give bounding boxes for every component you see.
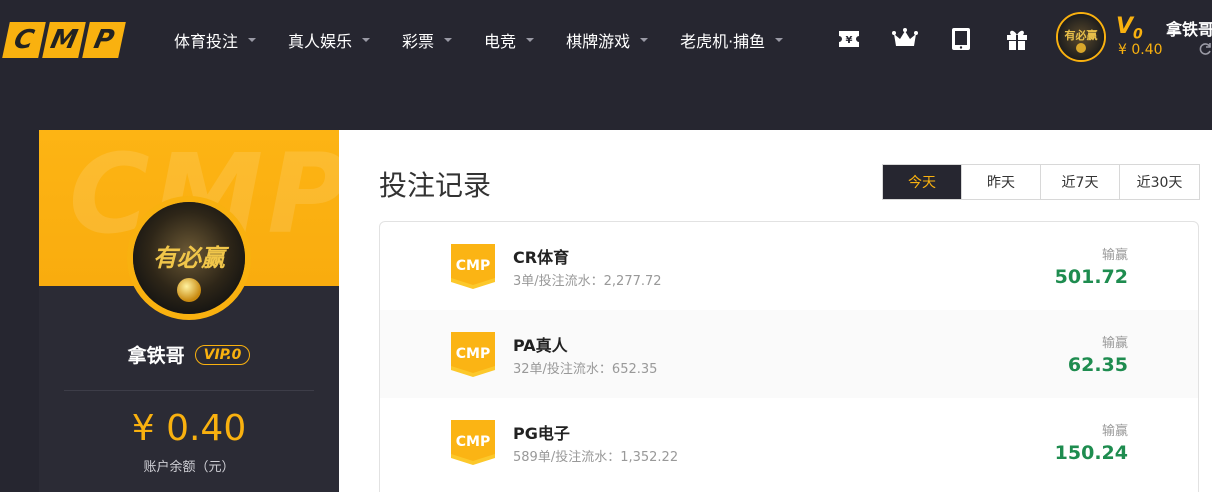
chevron-down-icon	[362, 38, 371, 42]
win-loss-value: 150.24	[1054, 442, 1128, 464]
svg-text:CMP: CMP	[456, 346, 490, 362]
vip-badge: VIP.0	[194, 344, 251, 365]
win-loss-label: 输赢	[1101, 336, 1128, 351]
records-list: CMP CR体育 3单/投注流水：2,277.72 输赢 501.72 CMP …	[379, 221, 1199, 492]
filter-yesterday-button[interactable]: 昨天	[962, 165, 1041, 199]
account-balance: ¥ 0.40	[131, 408, 247, 449]
record-name: PA真人	[513, 336, 568, 355]
profile-panel: CMP 有必赢 拿铁哥 VIP.0 ¥ 0.40 账户余额（元）	[39, 130, 339, 492]
profile-name-row: 拿铁哥 VIP.0	[39, 341, 339, 368]
win-loss-value: 501.72	[1054, 266, 1128, 288]
crown-icon[interactable]	[892, 26, 918, 52]
win-loss-label: 输赢	[1101, 248, 1128, 263]
nav-item-lottery[interactable]: 彩票	[402, 28, 453, 52]
chevron-down-icon	[775, 38, 784, 42]
cmp-badge-icon: CMP	[449, 242, 497, 290]
win-loss-label: 输赢	[1101, 424, 1128, 439]
nav-item-label: 彩票	[402, 32, 435, 51]
main-nav: 体育投注 真人娱乐 彩票 电竞 棋牌游戏 老虎机·捕鱼	[174, 28, 815, 52]
chevron-down-icon	[526, 38, 535, 42]
chevron-down-icon	[444, 38, 453, 42]
cmp-badge-icon: CMP	[449, 418, 497, 466]
profile-username: 拿铁哥	[127, 345, 185, 367]
nav-item-label: 电竞	[484, 32, 517, 51]
gift-icon[interactable]	[1004, 26, 1030, 52]
nav-item-label: 老虎机·捕鱼	[680, 32, 766, 51]
logo-letter-c: C	[2, 22, 46, 58]
logo-letter-m: M	[42, 22, 86, 58]
page-title: 投注记录	[379, 169, 492, 202]
header-balance: ¥ 0.40	[1118, 42, 1163, 58]
record-name: PG电子	[513, 424, 570, 443]
svg-text:CMP: CMP	[456, 434, 490, 450]
profile-avatar[interactable]: 有必赢	[127, 196, 251, 320]
refresh-icon[interactable]	[1198, 42, 1212, 56]
list-item[interactable]: CMP PG电子 589单/投注流水：1,352.22 输赢 150.24	[380, 398, 1198, 486]
cmp-badge-icon: CMP	[449, 330, 497, 378]
nav-item-sports[interactable]: 体育投注	[174, 28, 257, 52]
bet-records-panel: 投注记录 今天 昨天 近7天 近30天 CMP CR体育 3单/投注流水：2,2…	[339, 130, 1212, 492]
record-detail: 3单/投注流水：2,277.72	[513, 274, 662, 289]
nav-item-card-games[interactable]: 棋牌游戏	[566, 28, 649, 52]
filter-today-button[interactable]: 今天	[883, 165, 962, 199]
record-detail: 32单/投注流水：652.35	[513, 362, 658, 377]
nav-item-slots-fishing[interactable]: 老虎机·捕鱼	[680, 28, 784, 52]
brand-logo[interactable]: C M P	[2, 22, 126, 58]
profile-divider	[64, 390, 314, 391]
svg-text:CMP: CMP	[456, 258, 490, 274]
list-item[interactable]: CMP CR体育 3单/投注流水：2,277.72 输赢 501.72	[380, 222, 1198, 310]
filter-7days-button[interactable]: 近7天	[1041, 165, 1120, 199]
chevron-down-icon	[248, 38, 257, 42]
filter-30days-button[interactable]: 近30天	[1120, 165, 1199, 199]
logo-letter-p: P	[82, 22, 126, 58]
nav-item-esports[interactable]: 电竞	[484, 28, 535, 52]
nav-item-label: 体育投注	[174, 32, 239, 51]
nav-item-label: 真人娱乐	[288, 32, 353, 51]
header-username[interactable]: 拿铁哥	[1166, 16, 1212, 40]
header-avatar[interactable]: 有必赢	[1056, 12, 1106, 62]
nav-item-live-casino[interactable]: 真人娱乐	[288, 28, 371, 52]
top-navbar: C M P 体育投注 真人娱乐 彩票 电竞 棋牌游戏 老虎机·捕鱼 ¥ 有必赢 …	[0, 0, 1212, 80]
win-loss-value: 62.35	[1067, 354, 1128, 376]
ticket-icon[interactable]: ¥	[836, 26, 862, 52]
svg-text:¥: ¥	[846, 35, 853, 46]
header-vip-level: V0	[1116, 14, 1143, 43]
chevron-down-icon	[640, 38, 649, 42]
svg-text:有必赢: 有必赢	[153, 243, 230, 272]
nav-icon-group: ¥	[836, 26, 1030, 52]
account-balance-label: 账户余额（元）	[143, 460, 235, 475]
list-item[interactable]: CMP PA真人 32单/投注流水：652.35 输赢 62.35	[380, 310, 1198, 398]
tablet-icon[interactable]	[948, 26, 974, 52]
record-name: CR体育	[513, 248, 570, 267]
nav-item-label: 棋牌游戏	[566, 32, 631, 51]
record-detail: 589单/投注流水：1,352.22	[513, 450, 679, 465]
svg-text:有必赢: 有必赢	[1065, 28, 1098, 42]
date-filter-group: 今天 昨天 近7天 近30天	[882, 164, 1200, 200]
